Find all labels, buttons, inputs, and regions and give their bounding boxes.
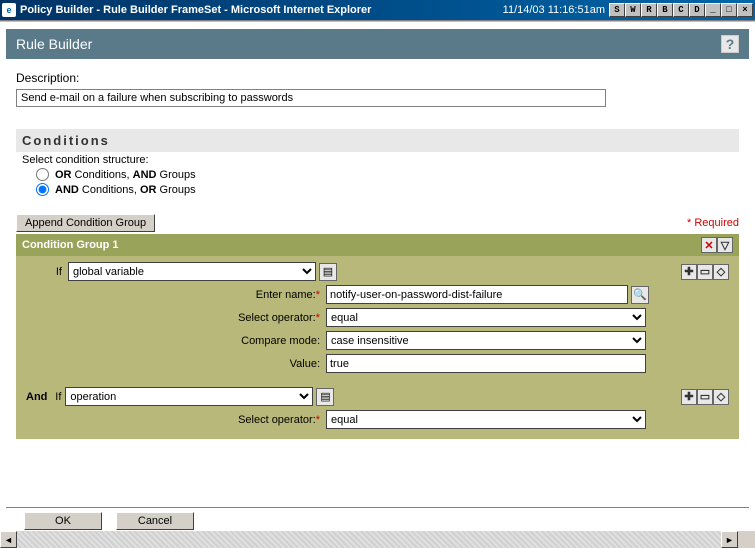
condition-group: Condition Group 1 ✕ ▽ If global variable… xyxy=(16,234,739,439)
btn-w[interactable]: W xyxy=(625,3,641,17)
radio-and[interactable] xyxy=(36,183,49,196)
enter-name-label: Enter name:* xyxy=(26,289,326,301)
browse-icon[interactable]: ▤ xyxy=(319,263,337,281)
titlebar-buttons: S W R B C D _ □ × xyxy=(609,3,753,17)
btn-d[interactable]: D xyxy=(689,3,705,17)
toolbar-divider xyxy=(0,20,755,23)
operator-select-2[interactable]: equal xyxy=(326,410,646,429)
browse-icon-2[interactable]: ▤ xyxy=(316,388,334,406)
btn-c[interactable]: C xyxy=(673,3,689,17)
move-condition-icon[interactable]: ◇ xyxy=(713,264,729,280)
add-condition-icon-2[interactable]: ✚ xyxy=(681,389,697,405)
value-input[interactable] xyxy=(326,354,646,373)
ie-icon: e xyxy=(2,3,16,17)
conditions-sublabel: Select condition structure: xyxy=(22,154,739,166)
operator-label-2: Select operator:* xyxy=(26,414,326,426)
value-label: Value: xyxy=(26,358,326,370)
radio-and-row[interactable]: AND Conditions, OR Groups xyxy=(36,183,739,196)
add-condition-icon[interactable]: ✚ xyxy=(681,264,697,280)
if-label-2: If xyxy=(51,391,65,403)
remove-condition-icon[interactable]: ▭ xyxy=(697,264,713,280)
help-icon[interactable]: ? xyxy=(721,35,739,53)
scroll-left-icon[interactable]: ◄ xyxy=(0,531,17,548)
minimize-icon[interactable]: _ xyxy=(705,3,721,17)
move-condition-icon-2[interactable]: ◇ xyxy=(713,389,729,405)
required-label: * Required xyxy=(687,217,739,229)
maximize-icon[interactable]: □ xyxy=(721,3,737,17)
close-icon[interactable]: × xyxy=(737,3,753,17)
name-input[interactable] xyxy=(326,285,628,304)
panel-header: Rule Builder ? xyxy=(6,29,749,59)
description-label: Description: xyxy=(16,71,739,85)
condition-type-select[interactable]: global variable xyxy=(68,262,316,281)
remove-condition-icon-2[interactable]: ▭ xyxy=(697,389,713,405)
ok-button[interactable]: OK xyxy=(24,512,102,530)
scroll-track[interactable] xyxy=(17,531,721,548)
btn-s[interactable]: S xyxy=(609,3,625,17)
compare-mode-select[interactable]: case insensitive xyxy=(326,331,646,350)
collapse-group-icon[interactable]: ▽ xyxy=(717,237,733,253)
and-label: And xyxy=(26,391,51,403)
delete-group-icon[interactable]: ✕ xyxy=(701,237,717,253)
bottom-bar: OK Cancel xyxy=(6,507,749,530)
search-icon[interactable]: 🔍 xyxy=(631,286,649,304)
scroll-right-icon[interactable]: ► xyxy=(721,531,738,548)
radio-or-row[interactable]: OR Conditions, AND Groups xyxy=(36,168,739,181)
if-label: If xyxy=(26,266,68,278)
panel-title: Rule Builder xyxy=(16,36,92,52)
append-condition-group-button[interactable]: Append Condition Group xyxy=(16,214,155,232)
window-title: Policy Builder - Rule Builder FrameSet -… xyxy=(20,4,503,16)
condition-group-header: Condition Group 1 ✕ ▽ xyxy=(16,234,739,256)
panel-body: Description: Conditions Select condition… xyxy=(6,59,749,499)
scroll-corner xyxy=(738,531,755,548)
description-input[interactable] xyxy=(16,89,606,107)
conditions-heading: Conditions xyxy=(16,129,739,152)
group-title: Condition Group 1 xyxy=(22,239,119,251)
horizontal-scrollbar[interactable]: ◄ ► xyxy=(0,531,755,548)
compare-mode-label: Compare mode: xyxy=(26,335,326,347)
panel: Rule Builder ? Description: Conditions S… xyxy=(6,29,749,499)
window-datetime: 11/14/03 11:16:51am xyxy=(503,4,605,16)
operator-label: Select operator:* xyxy=(26,312,326,324)
cancel-button[interactable]: Cancel xyxy=(116,512,194,530)
condition-type-select-2[interactable]: operation xyxy=(65,387,313,406)
radio-or[interactable] xyxy=(36,168,49,181)
btn-b[interactable]: B xyxy=(657,3,673,17)
operator-select[interactable]: equal xyxy=(326,308,646,327)
titlebar: e Policy Builder - Rule Builder FrameSet… xyxy=(0,0,755,20)
btn-r[interactable]: R xyxy=(641,3,657,17)
